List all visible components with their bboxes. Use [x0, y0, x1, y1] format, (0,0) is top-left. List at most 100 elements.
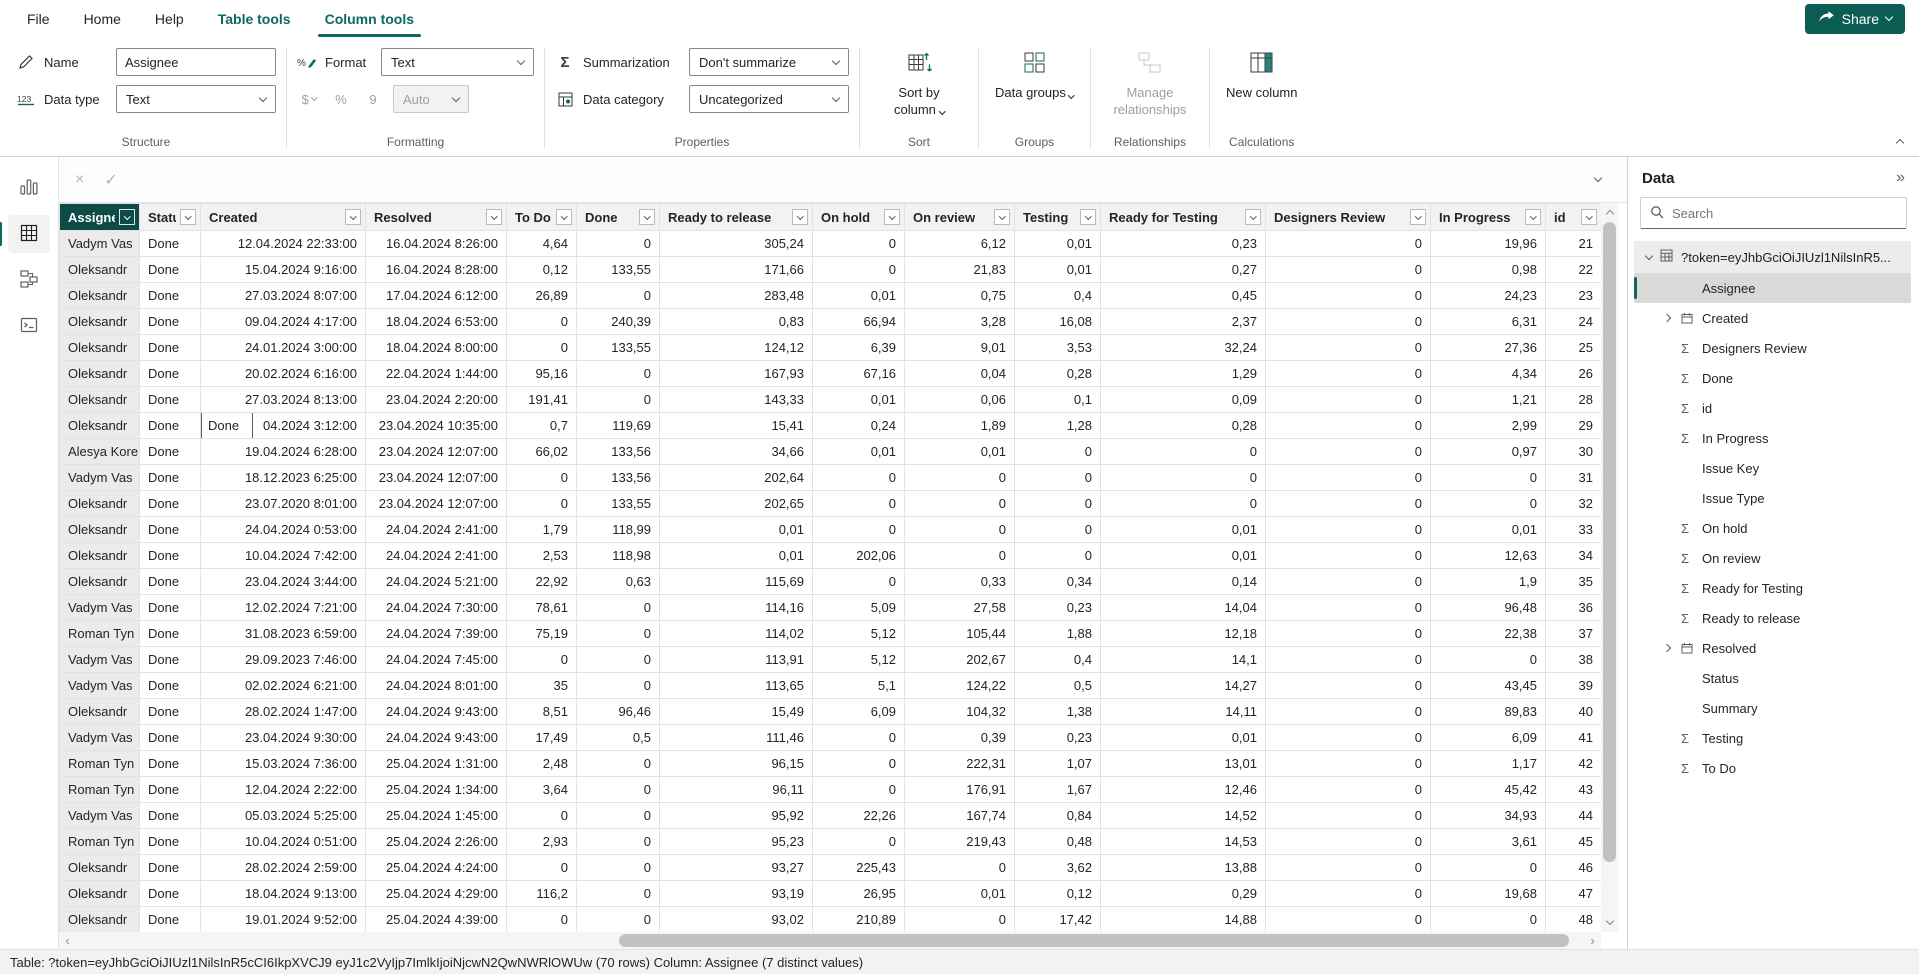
cell[interactable]: 25.04.2024 1:34:00: [366, 777, 507, 803]
cell[interactable]: Oleksandr: [60, 855, 140, 881]
column-header-on-review[interactable]: On review: [905, 204, 1015, 231]
cell[interactable]: 133,55: [577, 491, 660, 517]
column-header-done[interactable]: Done: [577, 204, 660, 231]
cell[interactable]: 1,29: [1101, 361, 1266, 387]
cell[interactable]: 23.04.2024 3:44:00: [201, 569, 366, 595]
cell[interactable]: 0: [1266, 465, 1431, 491]
cell[interactable]: Done: [140, 413, 201, 439]
cell[interactable]: 27.03.2024 8:07:00: [201, 283, 366, 309]
cell[interactable]: 124,12: [660, 335, 813, 361]
cell[interactable]: 3,28: [905, 309, 1015, 335]
cell[interactable]: 05.03.2024 5:25:00: [201, 803, 366, 829]
cell[interactable]: 66,02: [507, 439, 577, 465]
cell[interactable]: 0: [507, 855, 577, 881]
cell[interactable]: 113,65: [660, 673, 813, 699]
field-item-id[interactable]: Σid: [1634, 393, 1911, 423]
cell[interactable]: 0,23: [1015, 725, 1101, 751]
scroll-down-icon[interactable]: [1601, 914, 1618, 931]
cell[interactable]: 171,66: [660, 257, 813, 283]
cell[interactable]: 66,94: [813, 309, 905, 335]
cell[interactable]: 0,06: [905, 387, 1015, 413]
cell[interactable]: Roman Tyn: [60, 829, 140, 855]
cell[interactable]: 23.04.2024 9:30:00: [201, 725, 366, 751]
cell[interactable]: 0,84: [1015, 803, 1101, 829]
column-name-input[interactable]: [116, 48, 276, 76]
cell[interactable]: 17,49: [507, 725, 577, 751]
cell[interactable]: 47: [1546, 881, 1602, 907]
cell[interactable]: Roman Tyn: [60, 621, 140, 647]
cell[interactable]: 29.09.2023 7:46:00: [201, 647, 366, 673]
cell[interactable]: 75,19: [507, 621, 577, 647]
cell[interactable]: 0: [1266, 725, 1431, 751]
column-header-to-do[interactable]: To Do: [507, 204, 577, 231]
cell[interactable]: 95,16: [507, 361, 577, 387]
column-header-in-progress[interactable]: In Progress: [1431, 204, 1546, 231]
cell[interactable]: 24.04.2024 7:45:00: [366, 647, 507, 673]
cell[interactable]: Done: [140, 543, 201, 569]
cell[interactable]: 1,28: [1015, 413, 1101, 439]
cell[interactable]: 18.04.2024 8:00:00: [366, 335, 507, 361]
cell[interactable]: Done: [140, 907, 201, 933]
cell[interactable]: 26,89: [507, 283, 577, 309]
cell[interactable]: Done: [140, 777, 201, 803]
field-item-issue-type[interactable]: Issue Type: [1634, 483, 1911, 513]
cell[interactable]: 0: [1431, 465, 1546, 491]
cell[interactable]: 0,01: [813, 439, 905, 465]
cell[interactable]: 38: [1546, 647, 1602, 673]
cell[interactable]: 5,12: [813, 621, 905, 647]
cell[interactable]: 28.02.2024 1:47:00: [201, 699, 366, 725]
cell[interactable]: 0,39: [905, 725, 1015, 751]
cell[interactable]: 89,83: [1431, 699, 1546, 725]
cell[interactable]: 25.04.2024 4:39:00: [366, 907, 507, 933]
cell[interactable]: 14,53: [1101, 829, 1266, 855]
cell[interactable]: 23.04.2024 12:07:00: [366, 439, 507, 465]
field-item-on-hold[interactable]: ΣOn hold: [1634, 513, 1911, 543]
column-header-status[interactable]: Status: [140, 204, 201, 231]
cell[interactable]: 0: [905, 855, 1015, 881]
cell[interactable]: 22: [1546, 257, 1602, 283]
cell[interactable]: 15,41: [660, 413, 813, 439]
cell[interactable]: 21: [1546, 231, 1602, 257]
cell[interactable]: Done: [140, 647, 201, 673]
cell[interactable]: 3,53: [1015, 335, 1101, 361]
cell[interactable]: 24.04.2024 2:41:00: [366, 543, 507, 569]
column-header-created[interactable]: Created: [201, 204, 366, 231]
column-header-id[interactable]: id: [1546, 204, 1602, 231]
cell[interactable]: 21,83: [905, 257, 1015, 283]
report-view-button[interactable]: [8, 169, 50, 207]
cell[interactable]: 23.04.2024 10:35:00: [366, 413, 507, 439]
cell[interactable]: 1,89: [905, 413, 1015, 439]
cell[interactable]: 167,74: [905, 803, 1015, 829]
column-header-ready-to-release[interactable]: Ready to release: [660, 204, 813, 231]
cell[interactable]: 0,83: [660, 309, 813, 335]
cell[interactable]: 32,24: [1101, 335, 1266, 361]
cell[interactable]: 27,36: [1431, 335, 1546, 361]
cell[interactable]: 39: [1546, 673, 1602, 699]
filter-icon[interactable]: [639, 209, 655, 225]
field-item-testing[interactable]: ΣTesting: [1634, 723, 1911, 753]
cell[interactable]: 202,67: [905, 647, 1015, 673]
cell[interactable]: 0: [1266, 647, 1431, 673]
cell[interactable]: 0: [813, 517, 905, 543]
cell[interactable]: 14,52: [1101, 803, 1266, 829]
cell[interactable]: 15.03.2024 7:36:00: [201, 751, 366, 777]
tab-help[interactable]: Help: [138, 0, 201, 37]
cell[interactable]: 0,01: [1431, 517, 1546, 543]
cell[interactable]: 0,48: [1015, 829, 1101, 855]
cell[interactable]: 30: [1546, 439, 1602, 465]
cell[interactable]: 26: [1546, 361, 1602, 387]
cell[interactable]: Done: [140, 673, 201, 699]
cell[interactable]: 0: [577, 881, 660, 907]
cell[interactable]: 133,55: [577, 335, 660, 361]
horizontal-scroll-thumb[interactable]: [619, 934, 1569, 947]
cell[interactable]: 25.04.2024 1:31:00: [366, 751, 507, 777]
cell[interactable]: 0: [1266, 491, 1431, 517]
cell[interactable]: 19,68: [1431, 881, 1546, 907]
filter-icon[interactable]: [994, 209, 1010, 225]
cell[interactable]: 0: [813, 491, 905, 517]
cell[interactable]: 305,24: [660, 231, 813, 257]
expand-formula-bar-icon[interactable]: [1594, 174, 1602, 182]
cell[interactable]: Vadym Vas: [60, 647, 140, 673]
field-item-status[interactable]: Status: [1634, 663, 1911, 693]
cell[interactable]: 12.02.2024 7:21:00: [201, 595, 366, 621]
